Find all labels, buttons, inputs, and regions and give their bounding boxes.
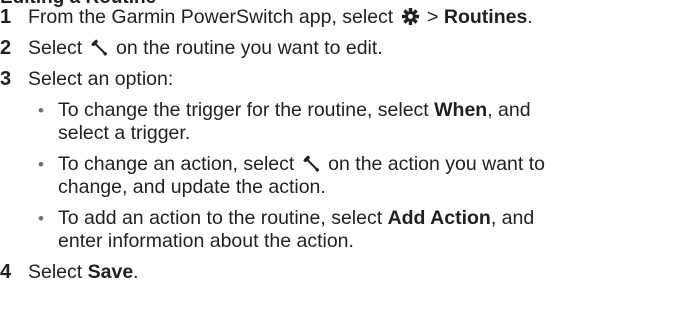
option-when-label: When <box>434 99 488 121</box>
option-2-text-end: on the action you want to <box>322 153 545 175</box>
option-add-action-label: Add Action <box>387 207 491 229</box>
step-4-text: Select Save. <box>28 261 139 284</box>
step-1-text: From the Garmin PowerSwitch app, select … <box>28 6 533 29</box>
step-1-text-end: . <box>527 6 533 28</box>
option-3-text-start: To add an action to the routine, select <box>58 207 388 229</box>
step-3-text: Select an option: <box>28 68 174 90</box>
step-2-text-end: on the routine you want to edit. <box>110 37 383 59</box>
step-number: 3 <box>0 68 12 90</box>
option-2-text-start: To change an action, select <box>58 153 300 175</box>
option-3-text-end: , and <box>490 207 535 229</box>
save-label: Save <box>87 261 134 283</box>
option-2-line-1: To change an action, select on the actio… <box>58 153 545 176</box>
manual-page: Editing a Routine 1 From the Garmin Powe… <box>0 0 687 317</box>
step-4-text-end: . <box>133 261 139 283</box>
step-2-text-start: Select <box>28 37 88 59</box>
option-3-line-2: enter information about the action. <box>58 230 354 252</box>
step-1-separator: > <box>421 6 444 28</box>
option-3-line-1: To add an action to the routine, select … <box>58 207 534 230</box>
option-1-line-2: select a trigger. <box>58 122 191 144</box>
step-2-text: Select on the routine you want to edit. <box>28 37 383 60</box>
bullet-marker: • <box>38 101 44 120</box>
option-2-line-2: change, and update the action. <box>58 176 326 198</box>
menu-routines-label: Routines <box>443 6 528 28</box>
step-number: 2 <box>0 37 12 59</box>
gear-icon <box>401 7 420 26</box>
wrench-icon <box>90 38 109 57</box>
wrench-icon <box>302 154 321 173</box>
step-4-text-start: Select <box>28 261 88 283</box>
bullet-marker: • <box>38 209 44 228</box>
option-1-text-start: To change the trigger for the routine, s… <box>58 99 435 121</box>
option-1-text-end: , and <box>487 99 531 121</box>
option-1-line-1: To change the trigger for the routine, s… <box>58 99 531 122</box>
bullet-marker: • <box>38 155 44 174</box>
step-number: 1 <box>0 6 12 28</box>
step-1-text-start: From the Garmin PowerSwitch app, select <box>28 6 399 28</box>
step-number: 4 <box>0 261 12 283</box>
